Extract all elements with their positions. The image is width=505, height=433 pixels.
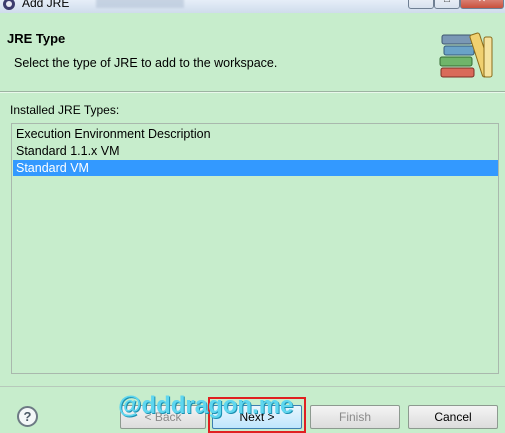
- header-separator: [0, 92, 505, 93]
- page-title: JRE Type: [7, 31, 66, 46]
- close-icon: ✕: [478, 0, 486, 5]
- background-tab: [96, 0, 184, 8]
- jre-types-list[interactable]: Execution Environment Description Standa…: [11, 123, 499, 374]
- minimize-icon: –: [418, 0, 424, 5]
- finish-button[interactable]: Finish: [310, 405, 400, 429]
- help-icon: ?: [23, 409, 32, 424]
- window-title: Add JRE: [22, 0, 70, 10]
- page-description: Select the type of JRE to add to the wor…: [14, 56, 278, 70]
- title-bar: Add JRE – □ ✕: [0, 0, 505, 13]
- help-button[interactable]: ?: [17, 406, 38, 427]
- watermark: @dddragon.me: [118, 392, 294, 419]
- minimize-button[interactable]: –: [408, 0, 434, 9]
- installed-jre-types-label: Installed JRE Types:: [10, 103, 120, 117]
- cancel-button[interactable]: Cancel: [408, 405, 498, 429]
- list-item-execution-environment[interactable]: Execution Environment Description: [13, 126, 498, 142]
- eclipse-icon: [3, 0, 15, 10]
- maximize-button[interactable]: □: [434, 0, 460, 9]
- list-item-standard-vm[interactable]: Standard VM: [13, 160, 498, 176]
- list-item-standard-1-1-x-vm[interactable]: Standard 1.1.x VM: [13, 143, 498, 159]
- footer-separator: [0, 386, 505, 387]
- books-icon: [439, 32, 493, 78]
- wizard-header: JRE Type Select the type of JRE to add t…: [0, 13, 505, 92]
- close-button[interactable]: ✕: [460, 0, 504, 9]
- maximize-icon: □: [444, 0, 450, 5]
